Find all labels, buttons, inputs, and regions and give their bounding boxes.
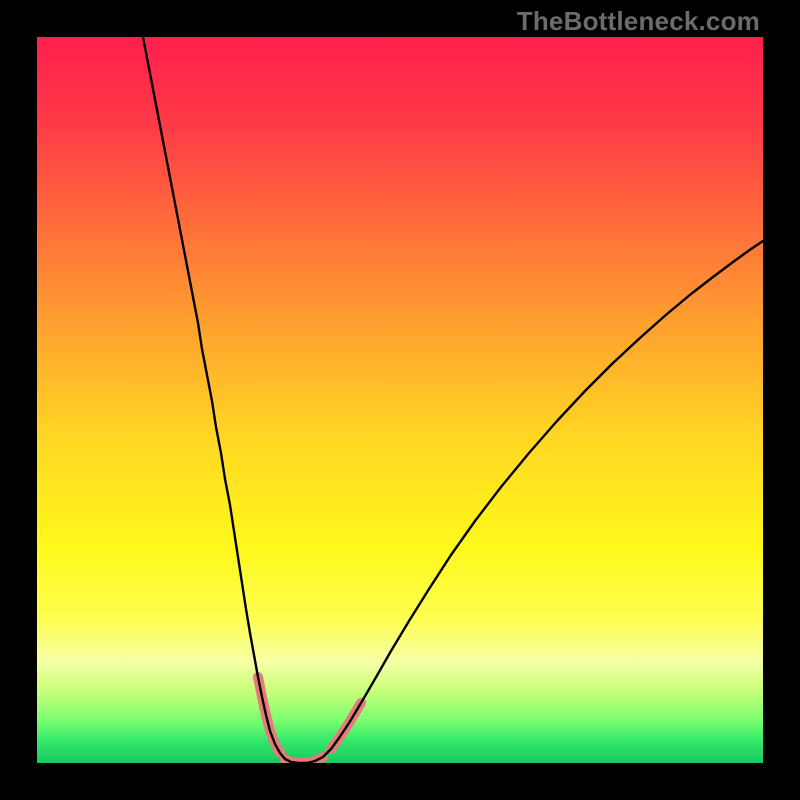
gradient-background — [37, 37, 763, 763]
chart-frame: TheBottleneck.com — [0, 0, 800, 800]
watermark-text: TheBottleneck.com — [517, 6, 760, 37]
plot-area — [37, 37, 763, 763]
chart-svg — [37, 37, 763, 763]
